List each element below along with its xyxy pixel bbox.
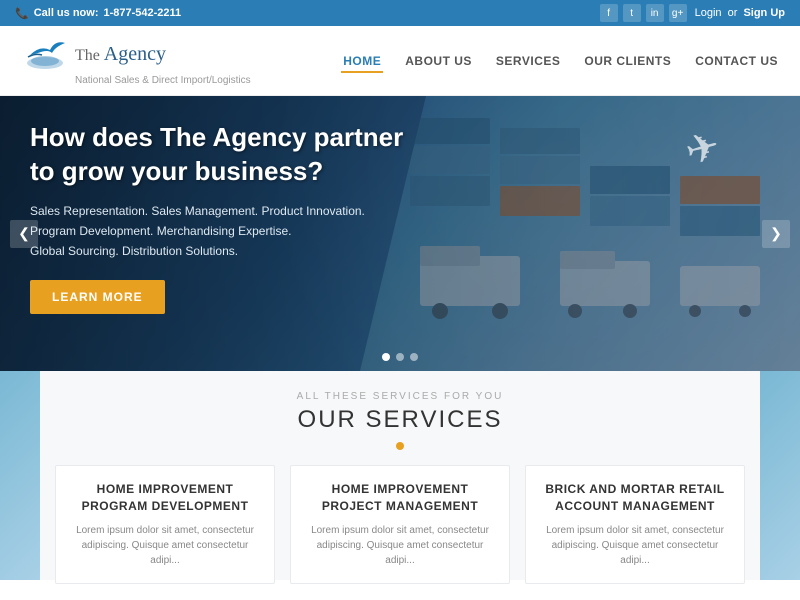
service-card-2: HOME IMPROVEMENT PROJECT MANAGEMENT Lore… (290, 465, 510, 584)
slide-dot-1[interactable] (382, 353, 390, 361)
googleplus-icon[interactable]: g+ (669, 4, 687, 22)
hero-subtitle: Sales Representation. Sales Management. … (30, 201, 403, 262)
service-card-3-title: BRICK AND MORTAR RETAIL ACCOUNT MANAGEME… (538, 481, 732, 515)
hero-subtitle-3: Global Sourcing. Distribution Solutions. (30, 241, 403, 261)
social-icons: f t in g+ (600, 4, 687, 22)
main-nav: HOME ABOUT US SERVICES OUR CLIENTS CONTA… (341, 49, 780, 73)
next-arrow-icon: ❯ (770, 225, 782, 242)
phone-info: 📞 Call us now: 1-877-542-2211 (15, 7, 181, 20)
nav-clients[interactable]: OUR CLIENTS (582, 49, 673, 73)
service-card-3: BRICK AND MORTAR RETAIL ACCOUNT MANAGEME… (525, 465, 745, 584)
service-card-2-title: HOME IMPROVEMENT PROJECT MANAGEMENT (303, 481, 497, 515)
top-bar-right: f t in g+ Login or Sign Up (600, 4, 785, 22)
hero-subtitle-2: Program Development. Merchandising Exper… (30, 221, 403, 241)
auth-links: Login or Sign Up (695, 7, 785, 19)
nav-services[interactable]: SERVICES (494, 49, 562, 73)
nav-about[interactable]: ABOUT US (403, 49, 474, 73)
login-link[interactable]: Login (695, 7, 722, 19)
slide-dot-2[interactable] (396, 353, 404, 361)
service-card-1-body: Lorem ipsum dolor sit amet, consectetur … (68, 523, 262, 568)
prev-arrow-icon: ❮ (18, 225, 30, 242)
services-subtitle: ALL THESE SERVICES FOR YOU (20, 391, 780, 402)
logo-main: The Agency (20, 35, 251, 73)
service-card-1: HOME IMPROVEMENT PROGRAM DEVELOPMENT Lor… (55, 465, 275, 584)
slider-dots (382, 353, 418, 361)
phone-icon: 📞 (15, 7, 29, 20)
auth-separator: or (728, 7, 738, 19)
slide-dot-3[interactable] (410, 353, 418, 361)
twitter-icon[interactable]: t (623, 4, 641, 22)
services-title: OUR SERVICES (20, 406, 780, 434)
top-bar: 📞 Call us now: 1-877-542-2211 f t in g+ … (0, 0, 800, 26)
services-divider (396, 442, 404, 450)
facebook-icon[interactable]: f (600, 4, 618, 22)
hero-section: ✈ ❮ ❯ How does The Agency partner to gro… (0, 96, 800, 371)
service-cards: HOME IMPROVEMENT PROGRAM DEVELOPMENT Lor… (20, 465, 780, 584)
nav-contact[interactable]: CONTACT US (693, 49, 780, 73)
logo-icon (20, 35, 70, 73)
hero-heading: How does The Agency partner to grow your… (30, 121, 403, 189)
services-wrapper: ALL THESE SERVICES FOR YOU OUR SERVICES … (0, 371, 800, 580)
signup-link[interactable]: Sign Up (743, 7, 785, 19)
hero-heading-line1: How does The Agency partner (30, 122, 403, 152)
learn-more-button[interactable]: LEARN MORE (30, 280, 165, 314)
phone-number: 1-877-542-2211 (103, 7, 181, 19)
logo: The Agency National Sales & Direct Impor… (20, 35, 251, 86)
phone-label: Call us now: (34, 7, 99, 19)
header: The Agency National Sales & Direct Impor… (0, 26, 800, 96)
next-slide-button[interactable]: ❯ (762, 220, 790, 248)
hero-content: How does The Agency partner to grow your… (30, 121, 403, 314)
service-card-1-title: HOME IMPROVEMENT PROGRAM DEVELOPMENT (68, 481, 262, 515)
services-section: ALL THESE SERVICES FOR YOU OUR SERVICES … (0, 371, 800, 580)
nav-home[interactable]: HOME (341, 49, 383, 73)
hero-subtitle-1: Sales Representation. Sales Management. … (30, 201, 403, 221)
linkedin-icon[interactable]: in (646, 4, 664, 22)
service-card-2-body: Lorem ipsum dolor sit amet, consectetur … (303, 523, 497, 568)
logo-tagline: National Sales & Direct Import/Logistics (75, 75, 251, 86)
hero-heading-line2: to grow your business? (30, 156, 323, 186)
prev-slide-button[interactable]: ❮ (10, 220, 38, 248)
service-card-3-body: Lorem ipsum dolor sit amet, consectetur … (538, 523, 732, 568)
logo-text: The Agency (75, 43, 166, 66)
